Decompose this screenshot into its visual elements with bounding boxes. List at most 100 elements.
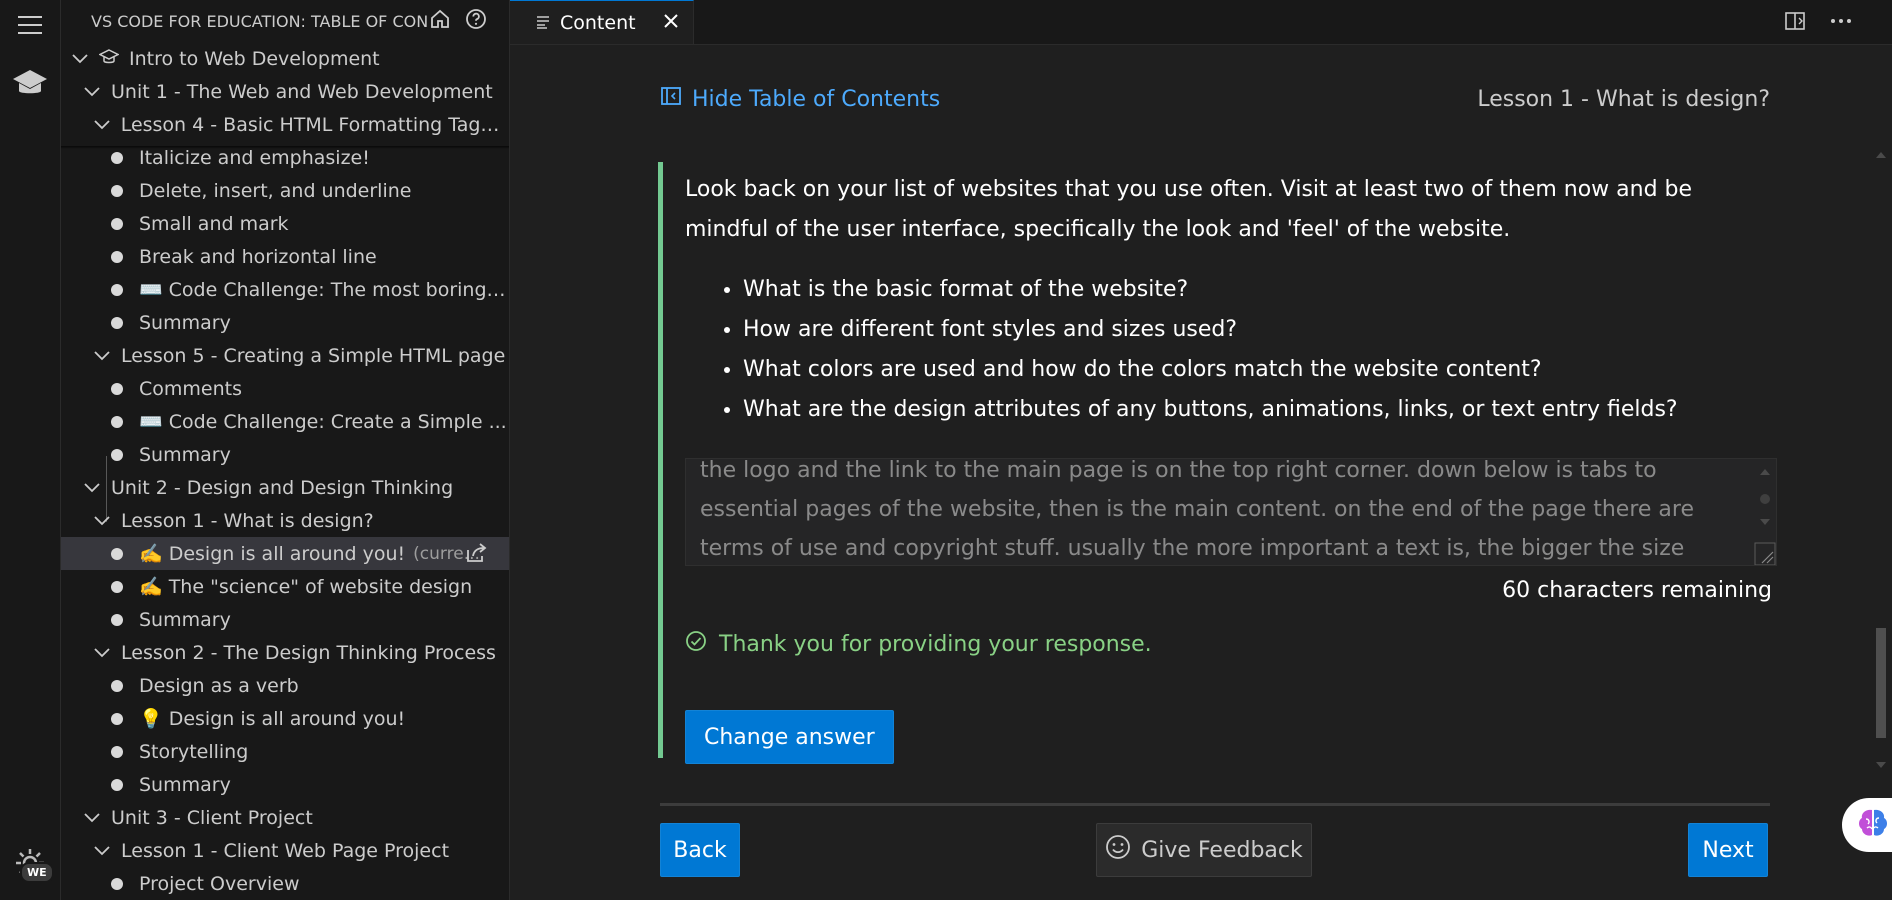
settings-gear-icon[interactable]: WE [0, 838, 60, 888]
tree-label: Comments [139, 377, 242, 400]
tree-label: Italicize and emphasize! [139, 146, 370, 169]
status-dot-icon [111, 283, 123, 296]
tree-node-page[interactable]: Summary [61, 438, 509, 471]
status-dot-icon [111, 415, 123, 428]
chevron-down-icon [91, 114, 113, 136]
tree-label: Lesson 1 - What is design? [121, 509, 374, 532]
textarea-scrollbar[interactable] [1754, 459, 1776, 565]
tree-node-page[interactable]: ⌨️ Code Challenge: The most boring ... [61, 273, 509, 306]
answer-text: the logo and the link to the main page i… [700, 458, 1694, 561]
tree-label: ✍️ Design is all around you! [139, 543, 406, 565]
back-button[interactable]: Back [660, 823, 740, 877]
tree-label: Unit 3 - Client Project [111, 806, 313, 829]
tree-node-page[interactable]: Design as a verb [61, 669, 509, 702]
preview-lines-icon [536, 12, 550, 34]
open-in-editor-icon[interactable] [465, 542, 489, 569]
tree-node-page[interactable]: Comments [61, 372, 509, 405]
chevron-down-icon [91, 345, 113, 367]
tree-node-unit[interactable]: Unit 2 - Design and Design Thinking [61, 471, 509, 504]
give-feedback-button[interactable]: Give Feedback [1096, 823, 1312, 877]
status-dot-icon [111, 877, 123, 890]
tree-node-page[interactable]: Summary [61, 306, 509, 339]
status-dot-icon [111, 448, 123, 461]
chevron-down-icon [81, 807, 103, 829]
tree-label: Summary [139, 443, 231, 466]
bullet-item: What are the design attributes of any bu… [743, 390, 1823, 430]
education-icon[interactable] [0, 58, 60, 108]
tree-label: Intro to Web Development [129, 47, 380, 70]
tree-label: ✍️ The "science" of website design [139, 576, 473, 598]
change-answer-button[interactable]: Change answer [685, 710, 894, 764]
tab-bar: Content [510, 0, 1892, 45]
tree-node-page[interactable]: Project Overview [61, 867, 509, 900]
menu-icon[interactable] [0, 0, 60, 50]
more-actions-icon[interactable] [1830, 10, 1852, 36]
tree-node-page[interactable]: Delete, insert, and underline [61, 174, 509, 207]
tree-label: Break and horizontal line [139, 245, 377, 268]
status-dot-icon [111, 382, 123, 395]
status-dot-icon [111, 712, 123, 725]
tree-label: Storytelling [139, 740, 249, 763]
close-icon[interactable] [663, 12, 679, 34]
chevron-down-icon [69, 48, 91, 70]
assistant-brain-button[interactable] [1842, 798, 1892, 852]
answer-textarea[interactable]: the logo and the link to the main page i… [685, 458, 1777, 566]
status-dot-icon [111, 580, 123, 593]
tree-node-page[interactable]: Break and horizontal line [61, 240, 509, 273]
tree-label: Unit 2 - Design and Design Thinking [111, 476, 454, 499]
tree-node-lesson[interactable]: Lesson 1 - Client Web Page Project [61, 834, 509, 867]
status-dot-icon [111, 217, 123, 230]
chevron-down-icon [91, 510, 113, 532]
tree-label: Unit 1 - The Web and Web Development [111, 80, 493, 103]
feedback-label: Give Feedback [1141, 837, 1303, 863]
tree-label: Delete, insert, and underline [139, 179, 412, 202]
status-dot-icon [111, 679, 123, 692]
hide-toc-label: Hide Table of Contents [692, 86, 941, 112]
hide-toc-link[interactable]: Hide Table of Contents [660, 86, 940, 112]
tab-label: Content [560, 11, 636, 34]
tree-label: Lesson 1 - Client Web Page Project [121, 839, 450, 862]
tree-label: ⌨️ Code Challenge: Create a Simple ... [139, 411, 507, 433]
tree-node-course[interactable]: Intro to Web Development [61, 42, 509, 75]
tree-label: 💡 Design is all around you! [139, 708, 406, 730]
bullet-item: What is the basic format of the website? [743, 270, 1823, 310]
tree-node-lesson[interactable]: Lesson 2 - The Design Thinking Process [61, 636, 509, 669]
tree-node-page[interactable]: Small and mark [61, 207, 509, 240]
activity-bar: WE [0, 0, 61, 900]
tree-node-page[interactable]: 💡 Design is all around you! [61, 702, 509, 735]
tree-node-page[interactable]: ✍️ The "science" of website design [61, 570, 509, 603]
tree-node-page[interactable]: Storytelling [61, 735, 509, 768]
scrollbar-thumb[interactable] [1876, 628, 1886, 738]
tree-node-unit[interactable]: Unit 1 - The Web and Web Development [61, 75, 509, 108]
chevron-down-icon [91, 642, 113, 664]
bullet-item: What colors are used and how do the colo… [743, 350, 1823, 390]
tree-node-lesson[interactable]: Lesson 1 - What is design? [61, 504, 509, 537]
content-header: Hide Table of Contents Lesson 1 - What i… [660, 86, 1770, 112]
tree-label: Summary [139, 608, 231, 631]
editor-area: Content Hide Table of Contents Lesson 1 … [510, 0, 1892, 900]
chevron-down-icon [81, 81, 103, 103]
status-dot-icon [111, 547, 123, 560]
split-editor-icon[interactable] [1784, 10, 1808, 36]
tree-node-lesson[interactable]: Lesson 5 - Creating a Simple HTML page [61, 339, 509, 372]
sticky-scroll-shadow [61, 146, 509, 149]
tab-content[interactable]: Content [510, 0, 694, 44]
status-dot-icon [111, 184, 123, 197]
next-button[interactable]: Next [1688, 823, 1768, 877]
tree-label: Lesson 2 - The Design Thinking Process [121, 641, 496, 664]
tree-node-page[interactable]: Summary [61, 603, 509, 636]
footer-divider [660, 803, 1770, 806]
tree-node-page[interactable]: Summary [61, 768, 509, 801]
table-of-contents-sidebar: VS CODE FOR EDUCATION: TABLE OF CON... I… [61, 0, 510, 900]
tree-node-page-current[interactable]: ✍️ Design is all around you! (curre... [61, 537, 509, 570]
help-icon[interactable] [465, 8, 487, 34]
status-dot-icon [111, 316, 123, 329]
tree-node-page[interactable]: ⌨️ Code Challenge: Create a Simple ... [61, 405, 509, 438]
tree-node-unit[interactable]: Unit 3 - Client Project [61, 801, 509, 834]
tree-node-lesson[interactable]: Lesson 4 - Basic HTML Formatting Tags ..… [61, 108, 509, 141]
lesson-title: Lesson 1 - What is design? [1477, 86, 1770, 112]
sidebar-title: VS CODE FOR EDUCATION: TABLE OF CON... [91, 11, 429, 31]
home-icon[interactable] [429, 8, 451, 34]
characters-remaining: 60 characters remaining [1502, 578, 1772, 603]
check-circle-icon [685, 630, 707, 658]
